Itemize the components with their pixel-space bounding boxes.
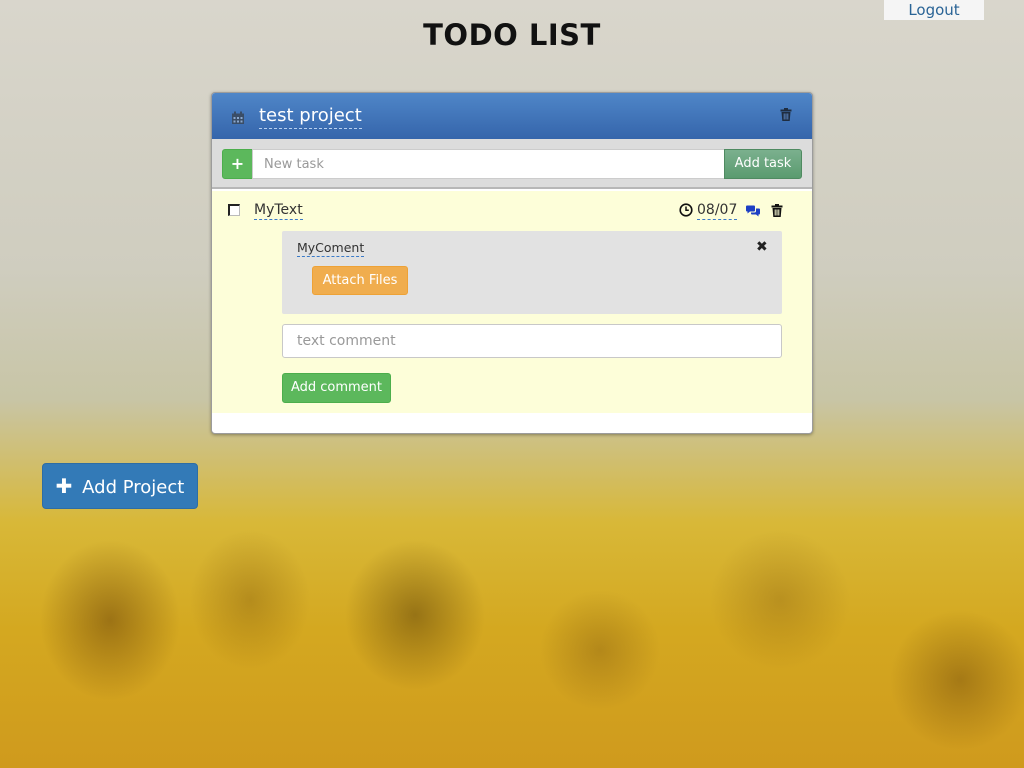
trash-icon[interactable] bbox=[771, 202, 783, 221]
page-title: TODO LIST bbox=[423, 18, 601, 52]
add-task-button[interactable]: Add task bbox=[724, 149, 802, 179]
project-name[interactable]: test project bbox=[259, 105, 362, 129]
close-icon[interactable]: ✖ bbox=[756, 239, 768, 255]
comment-text[interactable]: MyComent bbox=[297, 240, 365, 257]
add-comment-button[interactable]: Add comment bbox=[282, 373, 391, 403]
trash-icon[interactable] bbox=[780, 106, 792, 125]
project-header: test project bbox=[212, 93, 812, 139]
task-checkbox[interactable] bbox=[228, 204, 240, 216]
comment-item: MyComent ✖ Attach Files bbox=[282, 231, 782, 314]
comment-input[interactable] bbox=[282, 324, 782, 358]
new-task-input[interactable] bbox=[252, 149, 725, 179]
plus-icon[interactable]: + bbox=[222, 149, 253, 179]
task-row: MyText 08/07 MyComent ✖ Attach Files tex… bbox=[212, 191, 812, 413]
new-task-bar: + Add task bbox=[212, 139, 812, 189]
calendar-icon bbox=[231, 110, 245, 129]
clock-icon bbox=[679, 202, 693, 221]
add-project-label: Add Project bbox=[82, 477, 185, 498]
add-project-button[interactable]: ✚ Add Project bbox=[42, 463, 198, 509]
plus-icon: ✚ bbox=[55, 474, 73, 498]
logout-link[interactable]: Logout bbox=[884, 0, 984, 20]
attach-files-button[interactable]: Attach Files bbox=[312, 266, 408, 295]
comments-icon[interactable] bbox=[745, 203, 761, 222]
task-text[interactable]: MyText bbox=[254, 201, 303, 220]
task-deadline[interactable]: 08/07 bbox=[697, 201, 738, 220]
project-card: test project + Add task MyText 08/07 bbox=[211, 92, 813, 434]
